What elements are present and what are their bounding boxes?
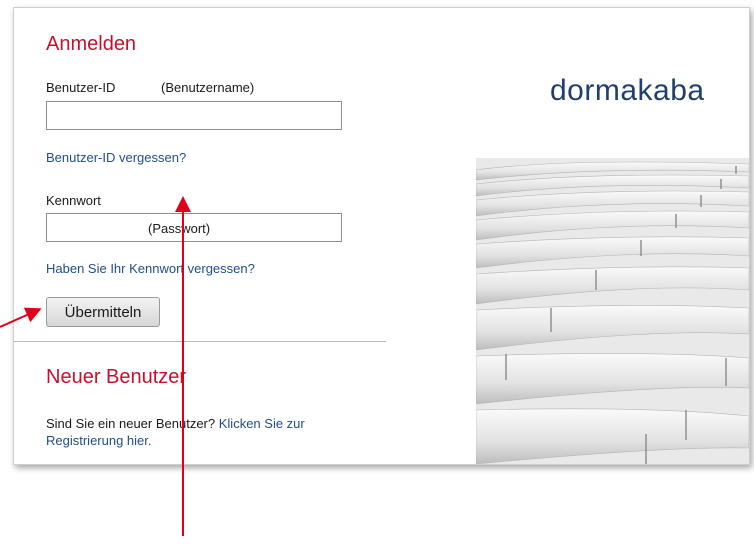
- new-user-question: Sind Sie ein neuer Benutzer?: [46, 416, 216, 431]
- user-id-label: Benutzer-ID: [46, 80, 116, 95]
- password-field[interactable]: (Passwort): [46, 213, 342, 242]
- login-card: Anmelden Benutzer-ID (Benutzername) Benu…: [13, 7, 750, 465]
- password-hint: (Passwort): [148, 221, 211, 236]
- user-id-hint: (Benutzername): [161, 80, 255, 95]
- new-user-text: Sind Sie ein neuer Benutzer? Klicken Sie…: [46, 415, 346, 449]
- submit-button[interactable]: Übermitteln: [46, 297, 160, 327]
- user-id-field[interactable]: [46, 101, 342, 130]
- login-title: Anmelden: [46, 33, 137, 55]
- brand-logo: dormakaba: [550, 74, 705, 107]
- new-user-title: Neuer Benutzer: [46, 366, 187, 388]
- forgot-user-id-link[interactable]: Benutzer-ID vergessen?: [46, 150, 186, 165]
- forgot-password-link[interactable]: Haben Sie Ihr Kennwort vergessen?: [46, 261, 255, 276]
- password-label: Kennwort: [46, 193, 101, 208]
- section-divider: [14, 341, 386, 342]
- architecture-image: [476, 158, 749, 464]
